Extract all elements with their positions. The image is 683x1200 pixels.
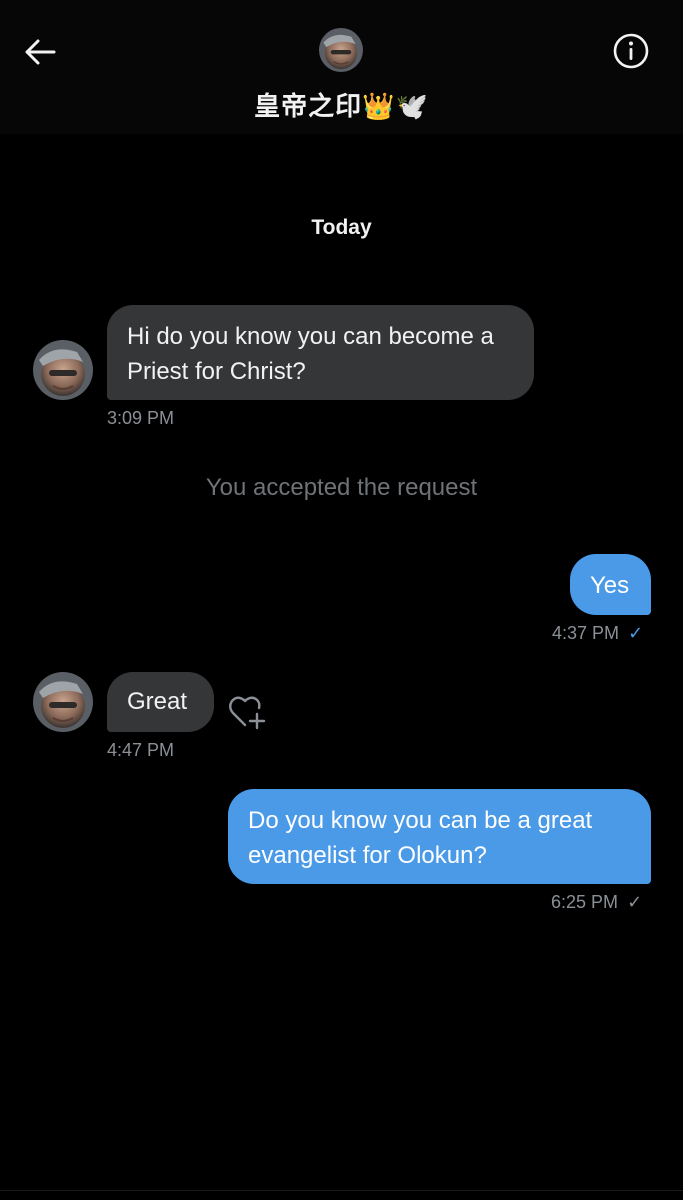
message-text: Great (127, 688, 188, 715)
sender-avatar[interactable] (33, 672, 93, 732)
message-timestamp: 4:37 PM (552, 623, 620, 643)
arrow-left-icon (25, 39, 56, 65)
message-bubble-incoming[interactable]: Hi do you know you can become a Priest f… (107, 305, 534, 400)
profile-photo-icon (33, 340, 93, 400)
message-bubble-outgoing[interactable]: Do you know you can be a great evangelis… (228, 789, 651, 884)
message-text: Hi do you know you can become a Priest f… (127, 323, 494, 385)
contact-avatar[interactable] (319, 28, 363, 72)
message-timestamp: 6:25 PM (551, 892, 619, 912)
message-bubble-outgoing[interactable]: Yes (570, 554, 651, 615)
add-reaction-button[interactable] (226, 692, 268, 732)
profile-photo-icon (33, 672, 93, 732)
contact-name[interactable]: 皇帝之印👑🕊️ (0, 86, 683, 123)
profile-photo-icon (319, 28, 363, 72)
message-text: Yes (590, 572, 630, 599)
system-message: You accepted the request (205, 474, 478, 501)
sender-avatar[interactable] (33, 340, 93, 400)
day-separator: Today (311, 216, 372, 239)
message-timestamp: 3:09 PM (107, 408, 175, 428)
conversation-header: 皇帝之印👑🕊️ (0, 0, 683, 134)
info-icon (613, 33, 649, 69)
check-icon: ✓ (628, 623, 644, 643)
message-bubble-incoming[interactable]: Great (107, 672, 214, 732)
message-text: Do you know you can be a great evangelis… (248, 807, 593, 869)
message-status: 6:25 PM ✓ (551, 892, 642, 913)
check-icon: ✓ (627, 892, 643, 912)
back-button[interactable] (20, 32, 60, 72)
heart-plus-icon (229, 696, 266, 730)
divider (0, 1190, 683, 1191)
info-button[interactable] (610, 30, 652, 72)
message-timestamp: 4:47 PM (107, 740, 175, 760)
message-status: 4:37 PM ✓ (552, 623, 643, 644)
